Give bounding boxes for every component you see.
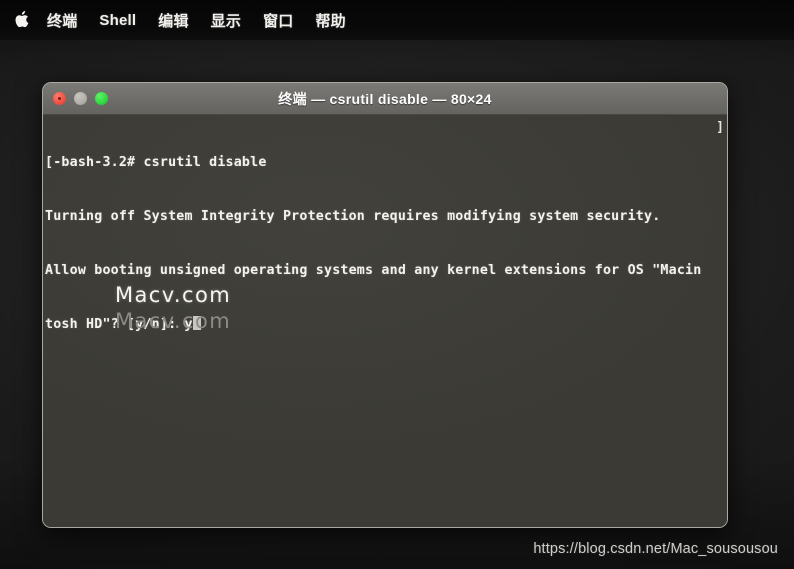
menu-bar: 终端 Shell 编辑 显示 窗口 帮助 — [0, 0, 794, 40]
terminal-line: Allow booting unsigned operating systems… — [45, 263, 702, 278]
window-title-bar[interactable]: 终端 — csrutil disable — 80×24 — [43, 83, 727, 115]
close-button[interactable] — [53, 92, 66, 105]
menu-item-shell[interactable]: Shell — [99, 12, 136, 29]
menu-item-view[interactable]: 显示 — [211, 10, 241, 31]
window-controls — [53, 92, 108, 105]
source-url-label: https://blog.csdn.net/Mac_sousousou — [533, 541, 778, 557]
zoom-button[interactable] — [95, 92, 108, 105]
window-title: 终端 — csrutil disable — 80×24 — [278, 90, 492, 107]
apple-logo-icon[interactable] — [13, 10, 30, 30]
menu-item-terminal[interactable]: 终端 — [47, 10, 77, 31]
menu-item-window[interactable]: 窗口 — [263, 10, 293, 31]
watermark-secondary: Macv.com — [115, 309, 232, 333]
menu-item-help[interactable]: 帮助 — [315, 10, 345, 31]
minimize-button[interactable] — [74, 92, 87, 105]
watermark-primary: Macv.com — [115, 283, 232, 307]
desktop-background: 终端 Shell 编辑 显示 窗口 帮助 终端 — csrutil disabl… — [0, 0, 794, 569]
terminal-line: [-bash-3.2# csrutil disable — [45, 155, 267, 170]
terminal-line: Turning off System Integrity Protection … — [45, 209, 661, 224]
terminal-output-area[interactable]: ] [-bash-3.2# csrutil disable Turning of… — [43, 115, 727, 527]
terminal-window[interactable]: 终端 — csrutil disable — 80×24 ] [-bash-3.… — [42, 82, 728, 528]
menu-item-edit[interactable]: 编辑 — [158, 10, 188, 31]
